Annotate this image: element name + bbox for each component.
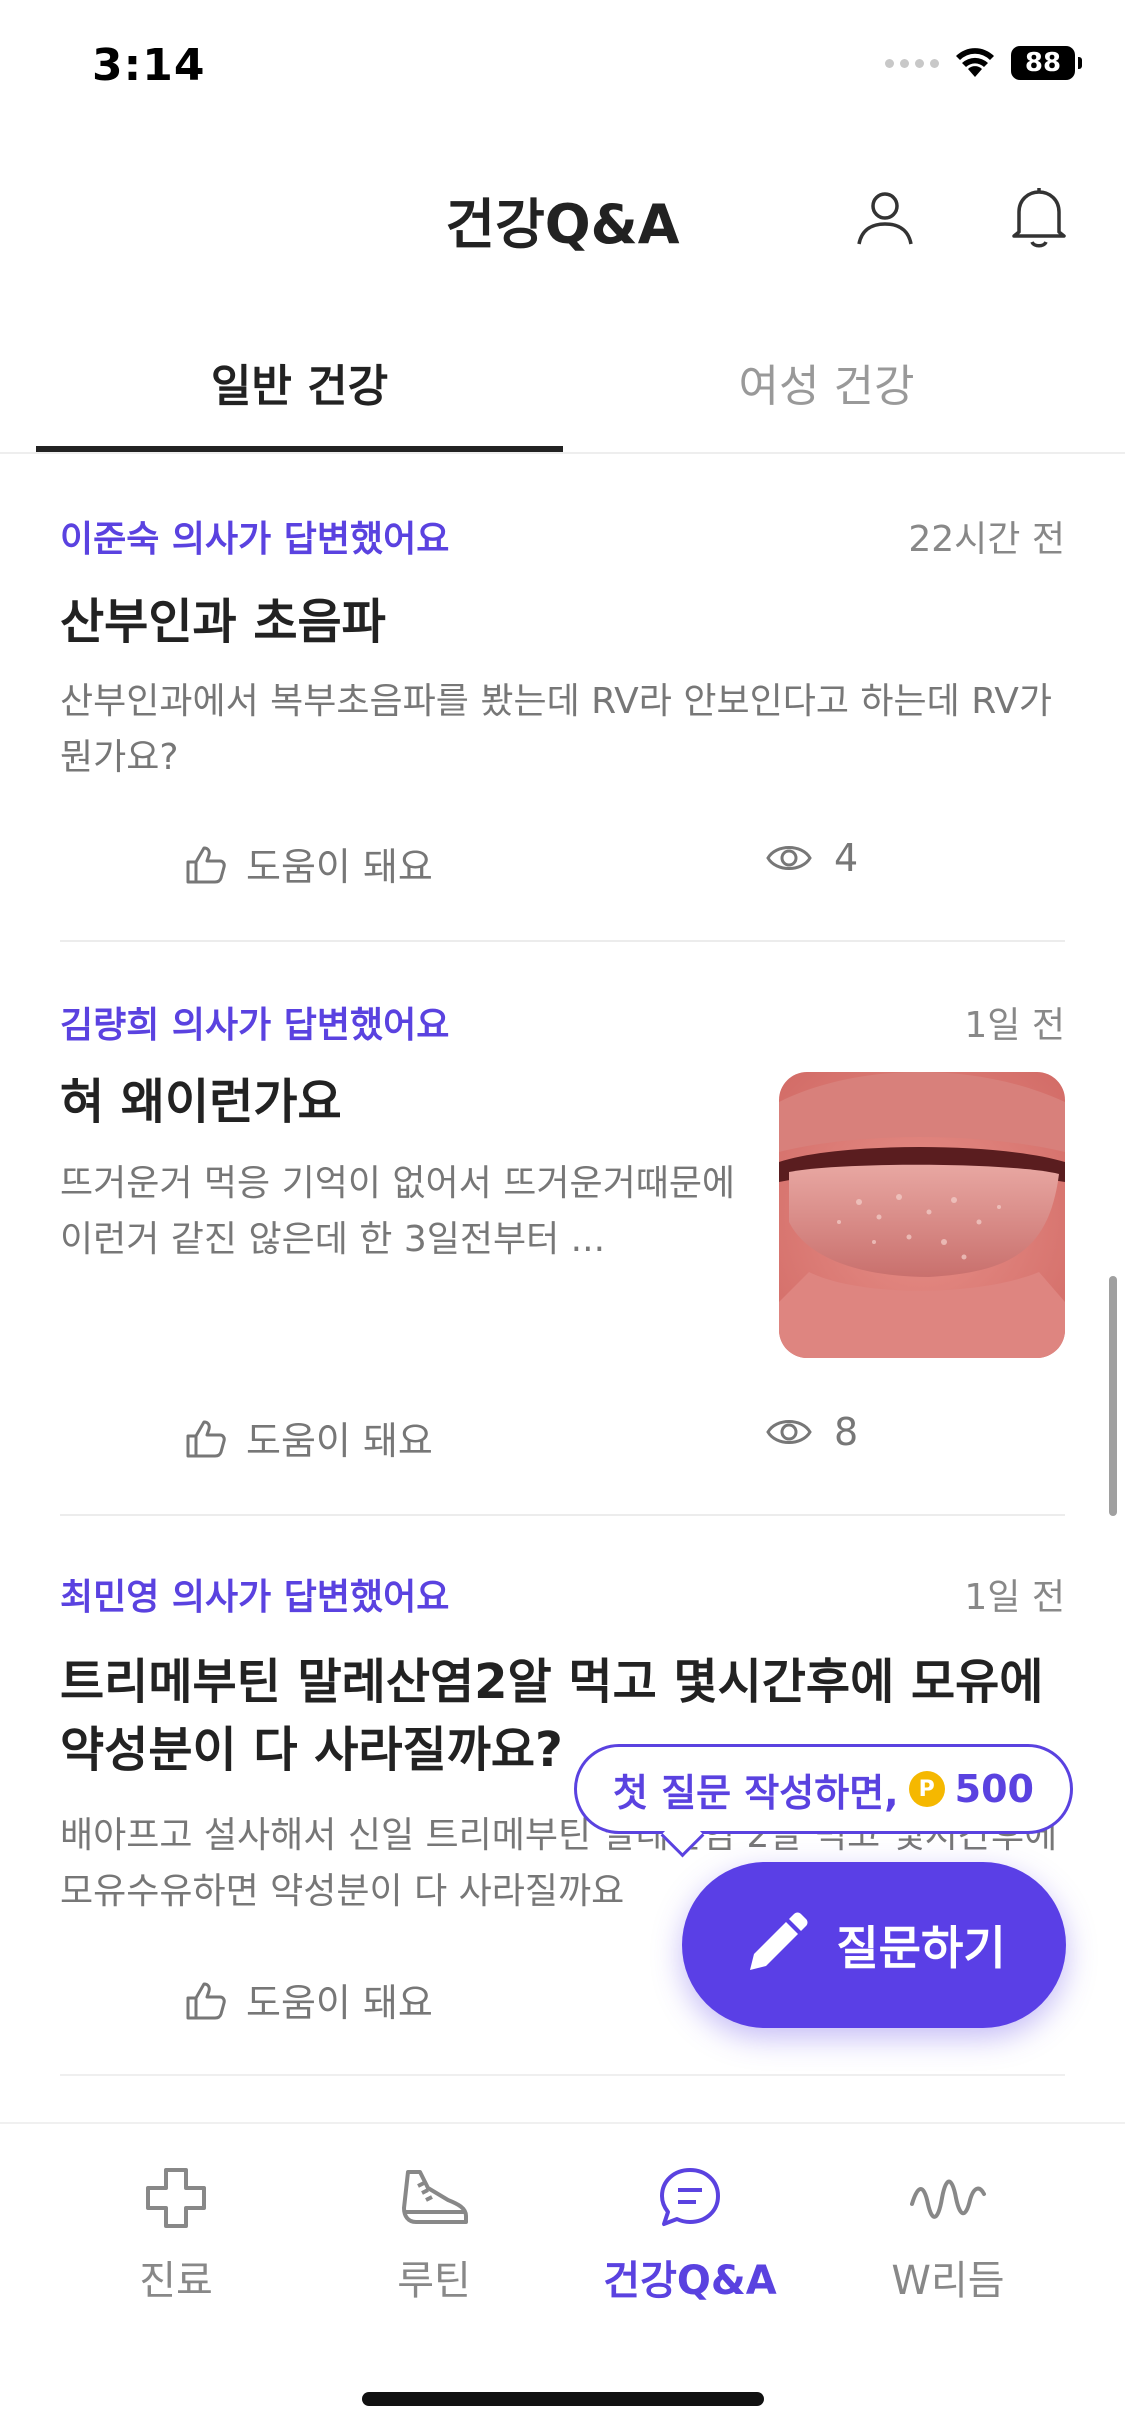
view-count: 8 xyxy=(766,1410,858,1454)
post-time: 1일 전 xyxy=(964,1005,1065,1046)
divider xyxy=(60,1514,1065,1516)
tab-womens-health[interactable]: 여성 건강 xyxy=(563,350,1090,414)
question-preview: 뜨거운거 먹응 기억이 없어서 뜨거운거때문에 이런거 같진 않은데 한 3일전… xyxy=(60,1163,736,1260)
view-count: 4 xyxy=(766,836,858,880)
nav-label: 진료 xyxy=(139,2258,213,2304)
reward-tooltip-text: 첫 질문 작성하면, xyxy=(613,1770,899,1815)
cellular-signal-icon xyxy=(885,58,939,68)
view-count-value: 8 xyxy=(834,1410,859,1454)
profile-icon[interactable] xyxy=(848,180,922,254)
nav-item-treatment[interactable]: 진료 xyxy=(76,2164,276,2306)
question-actions: 도움이 돼요 4 xyxy=(60,836,1065,896)
nav-item-w-rhythm[interactable]: W리듬 xyxy=(848,2164,1048,2306)
ask-question-button[interactable]: 질문하기 xyxy=(682,1862,1066,2028)
eye-icon xyxy=(766,1420,812,1444)
home-indicator xyxy=(362,2392,764,2406)
bottom-navigation: 진료 루틴 건강Q&A W리듬 xyxy=(0,2122,1125,2436)
cross-icon xyxy=(146,2168,206,2228)
thumbs-up-icon xyxy=(186,1982,226,2019)
question-thumbnail[interactable] xyxy=(779,1072,1065,1358)
nav-label: 루틴 xyxy=(397,2258,471,2304)
question-title: 산부인과 초음파 xyxy=(60,594,386,650)
category-tabs: 일반 건강 여성 건강 xyxy=(0,330,1125,454)
nav-item-routine[interactable]: 루틴 xyxy=(334,2164,534,2306)
eye-icon xyxy=(766,846,812,870)
chat-bubble-icon xyxy=(660,2168,720,2226)
active-tab-indicator xyxy=(36,446,563,452)
ask-question-label: 질문하기 xyxy=(836,1921,1006,1975)
status-time: 3:14 xyxy=(92,40,206,91)
scrollbar[interactable] xyxy=(1109,1276,1117,1516)
answered-by-label: 최민영 의사가 답변했어요 xyxy=(60,1577,450,1618)
answered-by-label: 김량희 의사가 답변했어요 xyxy=(60,1005,450,1046)
helpful-button[interactable]: 도움이 돼요 xyxy=(184,1972,433,2027)
battery-indicator: 88 xyxy=(1011,46,1082,80)
nav-item-health-qa[interactable]: 건강Q&A xyxy=(590,2164,790,2306)
status-icons: 88 xyxy=(885,46,1082,80)
post-time: 1일 전 xyxy=(964,1577,1065,1618)
sneaker-icon xyxy=(402,2170,468,2224)
first-question-reward-tooltip: 첫 질문 작성하면, P 500 xyxy=(574,1744,1073,1834)
question-preview: 산부인과에서 복부초음파를 봤는데 RV라 안보인다고 하는데 RV가 뭔가요? xyxy=(60,681,1053,778)
helpful-button[interactable]: 도움이 돼요 xyxy=(184,1410,433,1465)
question-card[interactable]: 이준숙 의사가 답변했어요 22시간 전 산부인과 초음파 산부인과에서 복부초… xyxy=(60,510,1065,910)
helpful-label: 도움이 돼요 xyxy=(246,1419,433,1463)
app-header: 건강Q&A xyxy=(0,150,1125,280)
nav-label: 건강Q&A xyxy=(603,2258,777,2304)
helpful-button[interactable]: 도움이 돼요 xyxy=(184,836,433,891)
wave-icon xyxy=(910,2179,986,2219)
thumbs-up-icon xyxy=(186,846,226,883)
wifi-icon xyxy=(956,48,994,77)
view-count-value: 4 xyxy=(834,836,859,880)
helpful-label: 도움이 돼요 xyxy=(246,1981,433,2025)
thumbs-up-icon xyxy=(186,1420,226,1457)
status-bar: 3:14 88 xyxy=(0,0,1125,140)
bell-icon[interactable] xyxy=(1002,180,1076,254)
point-coin-icon: P xyxy=(908,1771,945,1807)
helpful-label: 도움이 돼요 xyxy=(246,845,433,889)
nav-label: W리듬 xyxy=(891,2258,1005,2304)
pencil-icon xyxy=(750,1912,808,1970)
divider xyxy=(60,940,1065,942)
tab-general-health[interactable]: 일반 건강 xyxy=(36,350,563,414)
question-actions: 도움이 돼요 8 xyxy=(60,1410,1065,1470)
question-title: 혀 왜이런가요 xyxy=(60,1074,342,1130)
reward-points: 500 xyxy=(954,1767,1034,1811)
page-title: 건강Q&A xyxy=(445,193,680,256)
answered-by-label: 이준숙 의사가 답변했어요 xyxy=(60,519,450,560)
divider xyxy=(60,2074,1065,2076)
post-time: 22시간 전 xyxy=(908,519,1065,560)
question-card[interactable]: 김량희 의사가 답변했어요 1일 전 혀 왜이런가요 뜨거운거 먹응 기억이 없… xyxy=(60,996,1065,1516)
